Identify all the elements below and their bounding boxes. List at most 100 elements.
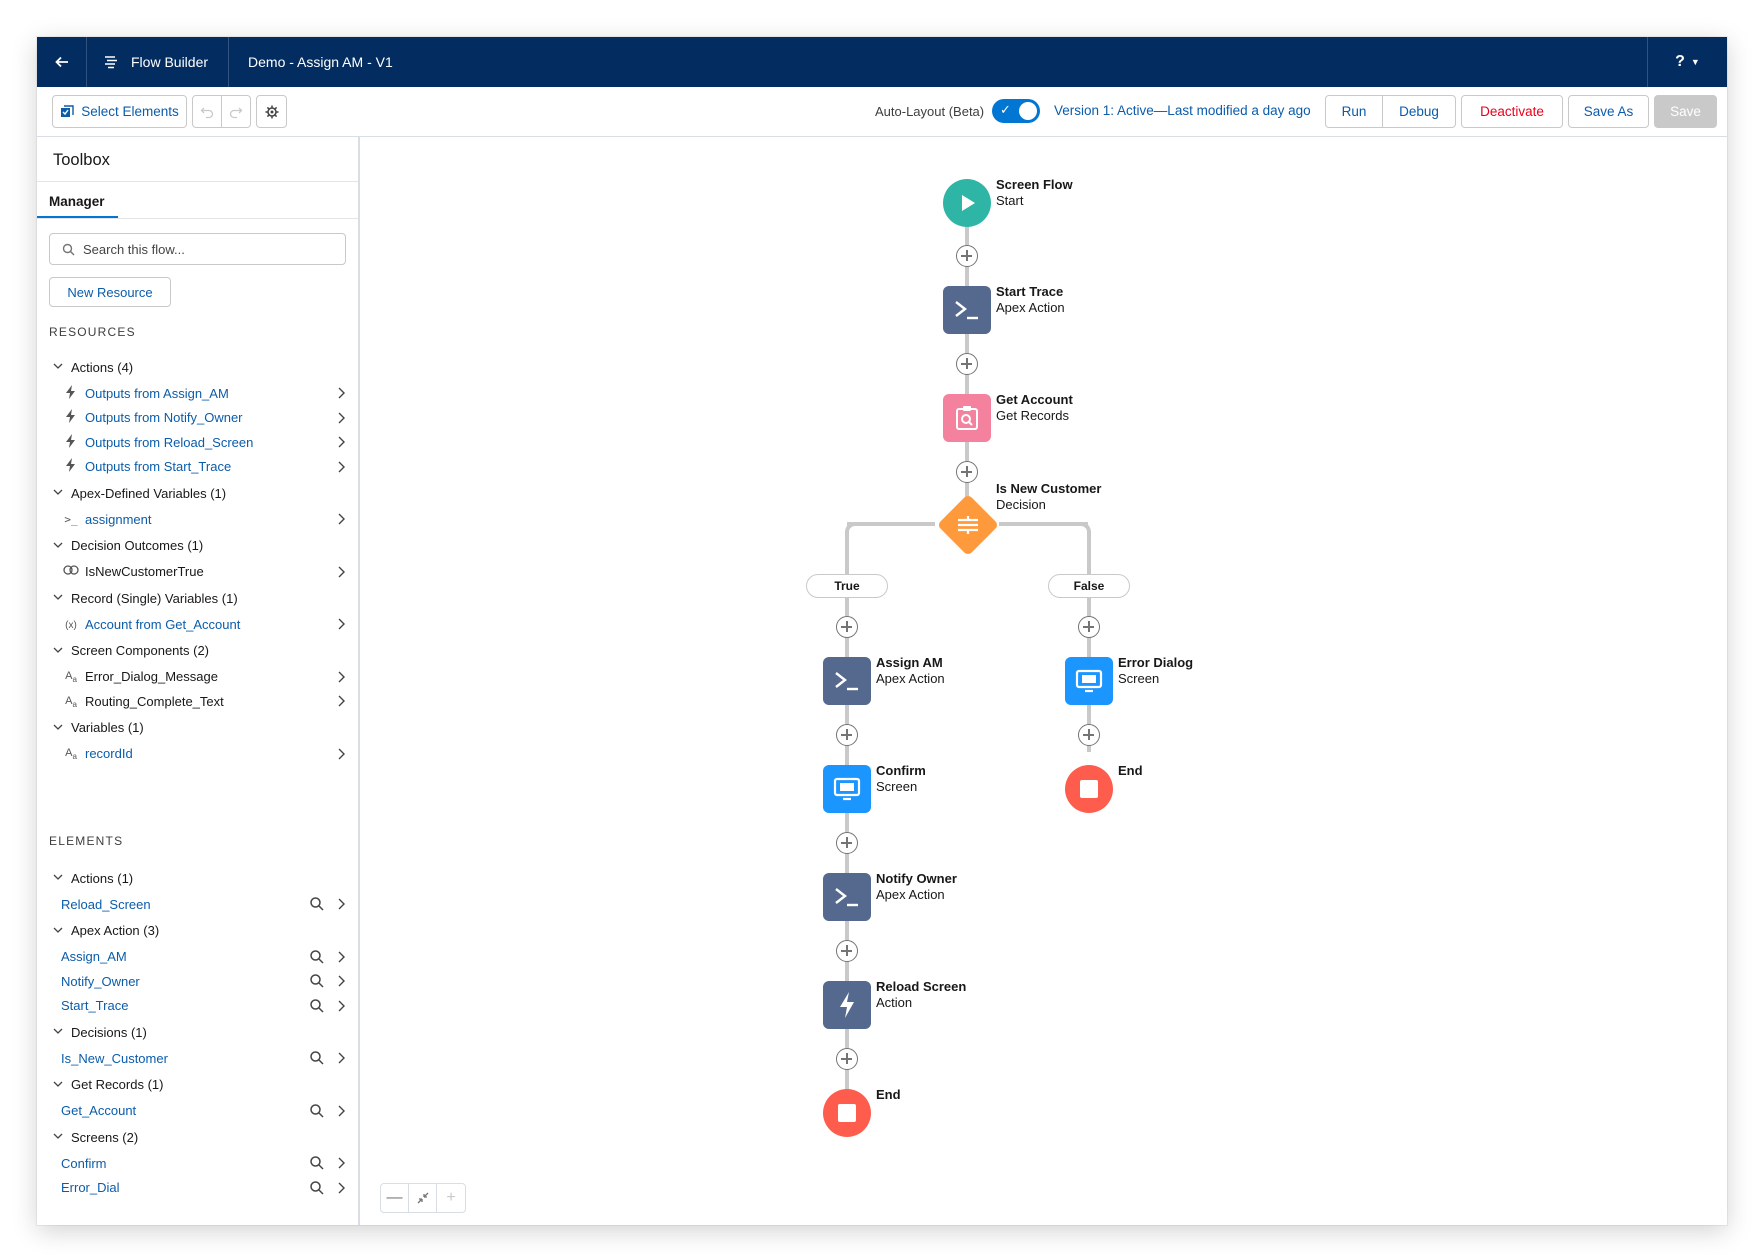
- search-icon[interactable]: [309, 973, 325, 989]
- save-button[interactable]: Save: [1654, 95, 1717, 128]
- search-icon[interactable]: [309, 896, 325, 912]
- reload-screen-node[interactable]: [823, 981, 871, 1029]
- add-element-button[interactable]: [1078, 724, 1100, 746]
- element-group[interactable]: Decisions (1): [37, 1020, 358, 1044]
- resource-group[interactable]: Decision Outcomes (1): [37, 534, 358, 558]
- chevron-right-icon[interactable]: [334, 949, 348, 965]
- add-element-button[interactable]: [836, 940, 858, 962]
- debug-button[interactable]: Debug: [1382, 95, 1456, 128]
- notify-owner-node[interactable]: [823, 873, 871, 921]
- chevron-right-icon[interactable]: [334, 410, 348, 426]
- chevron-right-icon[interactable]: [334, 459, 348, 475]
- chevron-down-icon[interactable]: [51, 590, 65, 604]
- add-element-button[interactable]: [1078, 616, 1100, 638]
- undo-button[interactable]: [192, 95, 222, 128]
- element-group[interactable]: Screens (2): [37, 1125, 358, 1149]
- element-item[interactable]: Get_Account: [37, 1099, 358, 1123]
- start-trace-node[interactable]: [943, 286, 991, 334]
- chevron-right-icon[interactable]: [334, 1050, 348, 1066]
- element-item[interactable]: Confirm: [37, 1151, 358, 1175]
- zoom-in-button[interactable]: +: [437, 1184, 465, 1212]
- chevron-right-icon[interactable]: [334, 385, 348, 401]
- chevron-down-icon[interactable]: [51, 720, 65, 734]
- flow-canvas[interactable]: Screen Flow Start Start Trace Apex Actio…: [360, 137, 1727, 1225]
- chevron-right-icon[interactable]: [334, 1180, 348, 1196]
- search-input[interactable]: Search this flow...: [49, 233, 346, 265]
- chevron-right-icon[interactable]: [334, 746, 348, 762]
- redo-button[interactable]: [221, 95, 251, 128]
- search-icon[interactable]: [309, 1180, 325, 1196]
- confirm-node[interactable]: [823, 765, 871, 813]
- element-item[interactable]: Start_Trace: [37, 994, 358, 1018]
- search-icon[interactable]: [309, 1050, 325, 1066]
- chevron-right-icon[interactable]: [334, 564, 348, 580]
- element-item[interactable]: Reload_Screen: [37, 892, 358, 916]
- element-item[interactable]: Notify_Owner: [37, 969, 358, 993]
- version-status[interactable]: Version 1: Active—Last modified a day ag…: [1054, 103, 1311, 118]
- end-node[interactable]: [1065, 765, 1113, 813]
- add-element-button[interactable]: [836, 616, 858, 638]
- chevron-right-icon[interactable]: [334, 973, 348, 989]
- chevron-down-icon[interactable]: [51, 923, 65, 937]
- fit-to-view-button[interactable]: [409, 1184, 437, 1212]
- element-group[interactable]: Apex Action (3): [37, 919, 358, 943]
- resource-group[interactable]: Actions (4): [37, 355, 358, 379]
- help-menu-button[interactable]: ? ▼: [1647, 37, 1727, 87]
- resource-group[interactable]: Apex-Defined Variables (1): [37, 481, 358, 505]
- resource-item[interactable]: Aa Routing_Complete_Text: [37, 689, 358, 713]
- resource-group[interactable]: Screen Components (2): [37, 639, 358, 663]
- chevron-right-icon[interactable]: [334, 669, 348, 685]
- tab-manager[interactable]: Manager: [49, 194, 105, 209]
- start-node[interactable]: [943, 179, 991, 227]
- add-element-button[interactable]: [956, 245, 978, 267]
- chevron-down-icon[interactable]: [51, 1129, 65, 1143]
- search-icon[interactable]: [309, 1155, 325, 1171]
- get-account-node[interactable]: [943, 394, 991, 442]
- resource-item[interactable]: >_ assignment: [37, 507, 358, 531]
- chevron-down-icon[interactable]: [51, 870, 65, 884]
- run-button[interactable]: Run: [1325, 95, 1383, 128]
- resource-item[interactable]: Outputs from Assign_AM: [37, 381, 358, 405]
- false-branch-label[interactable]: False: [1048, 574, 1130, 598]
- new-resource-button[interactable]: New Resource: [49, 277, 171, 307]
- save-as-button[interactable]: Save As: [1568, 95, 1649, 128]
- add-element-button[interactable]: [836, 832, 858, 854]
- assign-am-node[interactable]: [823, 657, 871, 705]
- chevron-down-icon[interactable]: [51, 359, 65, 373]
- resource-group[interactable]: Record (Single) Variables (1): [37, 586, 358, 610]
- chevron-right-icon[interactable]: [334, 511, 348, 527]
- select-elements-button[interactable]: Select Elements: [52, 95, 187, 128]
- add-element-button[interactable]: [956, 353, 978, 375]
- resource-item[interactable]: Aa recordId: [37, 742, 358, 766]
- element-group[interactable]: Actions (1): [37, 866, 358, 890]
- chevron-down-icon[interactable]: [51, 1024, 65, 1038]
- chevron-right-icon[interactable]: [334, 998, 348, 1014]
- chevron-right-icon[interactable]: [334, 1155, 348, 1171]
- search-icon[interactable]: [309, 998, 325, 1014]
- true-branch-label[interactable]: True: [806, 574, 888, 598]
- error-dialog-node[interactable]: [1065, 657, 1113, 705]
- chevron-right-icon[interactable]: [334, 693, 348, 709]
- deactivate-button[interactable]: Deactivate: [1461, 95, 1563, 128]
- chevron-down-icon[interactable]: [51, 643, 65, 657]
- chevron-right-icon[interactable]: [334, 896, 348, 912]
- add-element-button[interactable]: [836, 724, 858, 746]
- resource-item[interactable]: Outputs from Reload_Screen: [37, 430, 358, 454]
- chevron-right-icon[interactable]: [334, 1103, 348, 1119]
- settings-button[interactable]: [256, 95, 287, 128]
- add-element-button[interactable]: [836, 1048, 858, 1070]
- element-item[interactable]: Error_Dial: [37, 1176, 358, 1200]
- back-button[interactable]: [37, 37, 87, 87]
- chevron-right-icon[interactable]: [334, 434, 348, 450]
- end-node[interactable]: [823, 1089, 871, 1137]
- element-item[interactable]: Is_New_Customer: [37, 1046, 358, 1070]
- resource-item[interactable]: (x) Account from Get_Account: [37, 612, 358, 636]
- chevron-down-icon[interactable]: [51, 485, 65, 499]
- element-group[interactable]: Get Records (1): [37, 1073, 358, 1097]
- search-icon[interactable]: [309, 1103, 325, 1119]
- resource-group[interactable]: Variables (1): [37, 716, 358, 740]
- chevron-right-icon[interactable]: [334, 616, 348, 632]
- search-icon[interactable]: [309, 949, 325, 965]
- chevron-down-icon[interactable]: [51, 1077, 65, 1091]
- resource-item[interactable]: Aa Error_Dialog_Message: [37, 665, 358, 689]
